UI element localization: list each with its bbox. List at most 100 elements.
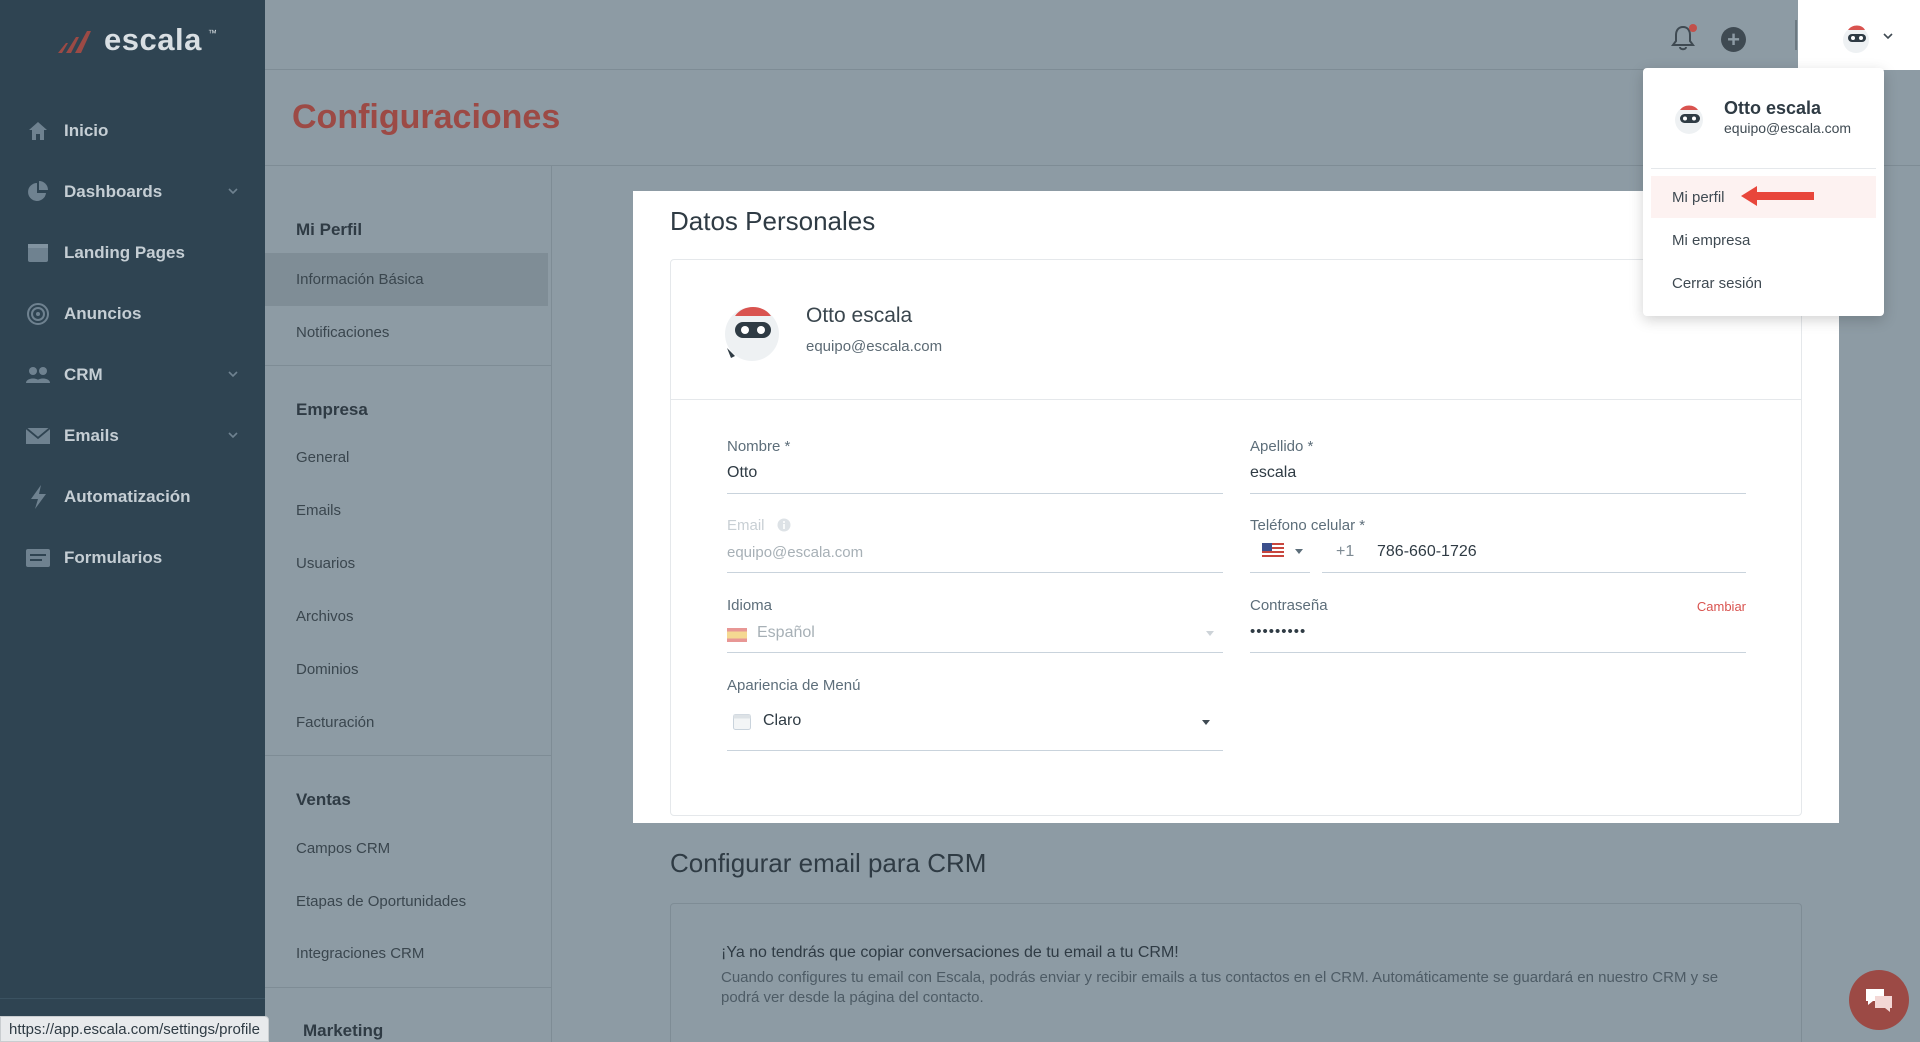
- menu-item-campos-crm[interactable]: Campos CRM: [265, 822, 548, 875]
- email-input: equipo@escala.com: [727, 544, 864, 561]
- field-underline: [727, 572, 1223, 573]
- sidebar-item-formularios[interactable]: Formularios: [0, 527, 265, 588]
- sidebar-item-label: Automatización: [64, 486, 191, 506]
- es-flag-icon: [727, 628, 747, 642]
- plus-circle-icon[interactable]: +: [1721, 27, 1746, 52]
- field-underline: [1250, 493, 1746, 494]
- menu-item-integraciones-crm[interactable]: Integraciones CRM: [265, 927, 548, 980]
- sidebar-item-label: Formularios: [64, 547, 163, 567]
- field-underline: [727, 493, 1223, 494]
- dropdown-user-email: equipo@escala.com: [1724, 120, 1852, 136]
- country-select[interactable]: [1250, 540, 1310, 573]
- sidebar-item-inicio[interactable]: Inicio: [0, 100, 265, 161]
- telefono-field[interactable]: Teléfono celular * +1 786-660-1726: [1250, 517, 1746, 575]
- chat-button[interactable]: [1849, 970, 1909, 1030]
- info-icon[interactable]: [777, 518, 791, 532]
- sidebar-item-label: Emails: [64, 425, 119, 445]
- email-field: Email equipo@escala.com: [727, 517, 1223, 575]
- chevron-down-icon[interactable]: [225, 366, 241, 382]
- menu-item-etapas-oportunidades[interactable]: Etapas de Oportunidades: [265, 875, 548, 928]
- field-underline: [1250, 572, 1310, 573]
- menu-item-archivos[interactable]: Archivos: [265, 590, 548, 643]
- nombre-input[interactable]: Otto: [727, 464, 757, 482]
- lightning-icon: [24, 483, 52, 511]
- apellido-field[interactable]: Apellido * escala: [1250, 438, 1746, 496]
- pointer-arrow-icon: [1741, 186, 1814, 206]
- profile-name: Otto escala: [806, 304, 913, 327]
- pie-chart-icon: [24, 178, 52, 206]
- dropdown-divider: [1651, 168, 1876, 169]
- sidebar-item-crm[interactable]: CRM: [0, 344, 265, 405]
- sidebar-nav: Inicio Dashboards Landing Pages Anuncios: [0, 100, 265, 588]
- chat-icon: [1866, 989, 1892, 1012]
- menu-item-mi-empresa[interactable]: Mi empresa: [1651, 219, 1876, 261]
- theme-icon: [733, 714, 751, 730]
- us-flag-icon: [1262, 543, 1284, 559]
- profile-header: Otto escala equipo@escala.com: [671, 260, 1801, 400]
- phone-input[interactable]: 786-660-1726: [1377, 543, 1477, 561]
- chevron-down-icon[interactable]: [225, 427, 241, 443]
- sidebar-item-landing-pages[interactable]: Landing Pages: [0, 222, 265, 283]
- sidebar-item-label: Inicio: [64, 120, 109, 140]
- envelope-icon: [24, 422, 52, 450]
- apellido-label: Apellido *: [1250, 438, 1314, 455]
- avatar-icon: [1843, 25, 1869, 53]
- menu-heading-marketing: Marketing: [303, 1021, 384, 1040]
- landing-page-icon: [24, 239, 52, 267]
- sidebar-item-label: Dashboards: [64, 181, 163, 201]
- menu-item-emails[interactable]: Emails: [265, 484, 548, 537]
- idioma-field: Idioma Español: [727, 597, 1223, 655]
- sidebar-item-label: Landing Pages: [64, 242, 185, 262]
- page-title: Configuraciones: [292, 98, 561, 136]
- menu-heading-mi-perfil: Mi Perfil: [296, 220, 363, 239]
- nombre-field[interactable]: Nombre * Otto: [727, 438, 1223, 496]
- user-menu-button[interactable]: [1798, 0, 1920, 70]
- sidebar-item-dashboards[interactable]: Dashboards: [0, 161, 265, 222]
- menu-item-dominios[interactable]: Dominios: [265, 643, 548, 696]
- menu-item-cerrar-sesion[interactable]: Cerrar sesión: [1651, 262, 1876, 304]
- avatar[interactable]: [719, 298, 785, 364]
- sidebar-item-label: Anuncios: [64, 303, 142, 323]
- crm-email-card: ¡Ya no tendrás que copiar conversaciones…: [670, 903, 1802, 1042]
- sidebar-item-automatizacion[interactable]: Automatización: [0, 466, 265, 527]
- contrasena-field: Contraseña Cambiar •••••••••: [1250, 597, 1746, 655]
- status-bar-url: https://app.escala.com/settings/profile: [0, 1016, 269, 1042]
- menu-item-usuarios[interactable]: Usuarios: [265, 537, 548, 590]
- caret-down-icon: [1295, 549, 1303, 554]
- apellido-input[interactable]: escala: [1250, 464, 1296, 482]
- menu-divider: [265, 755, 552, 756]
- profile-email: equipo@escala.com: [806, 338, 943, 355]
- menu-item-facturacion[interactable]: Facturación: [265, 696, 548, 749]
- apariencia-select[interactable]: Claro: [763, 712, 801, 730]
- logo[interactable]: escala ™: [54, 22, 217, 58]
- caret-down-icon[interactable]: [1201, 719, 1211, 727]
- field-underline: [1250, 652, 1746, 653]
- field-underline: [727, 652, 1223, 653]
- logo-bars-icon: [58, 31, 91, 53]
- idioma-label: Idioma: [727, 597, 773, 614]
- field-underline: [727, 750, 1223, 751]
- people-icon: [24, 361, 52, 389]
- menu-item-informacion-basica[interactable]: Información Básica: [265, 253, 548, 306]
- apariencia-label: Apariencia de Menú: [727, 677, 861, 694]
- contrasena-label: Contraseña: [1250, 597, 1328, 614]
- sidebar-item-emails[interactable]: Emails: [0, 405, 265, 466]
- section-title-crm-email: Configurar email para CRM: [670, 848, 987, 878]
- apariencia-field[interactable]: Apariencia de Menú Claro: [727, 677, 1223, 753]
- menu-divider: [265, 365, 552, 366]
- menu-item-general[interactable]: General: [265, 431, 548, 484]
- password-input: •••••••••: [1250, 623, 1307, 640]
- chevron-down-icon[interactable]: [225, 183, 241, 199]
- dropdown-user-name: Otto escala: [1724, 98, 1822, 118]
- sidebar-item-label: CRM: [64, 364, 103, 384]
- menu-divider: [265, 987, 552, 988]
- menu-heading-empresa: Empresa: [296, 400, 368, 419]
- target-icon: [24, 300, 52, 328]
- settings-menu: Mi Perfil Información Básica Notificacio…: [265, 166, 552, 1042]
- menu-heading-ventas: Ventas: [296, 790, 351, 809]
- cambiar-password-link[interactable]: Cambiar: [1697, 599, 1746, 614]
- chevron-down-icon: [1883, 33, 1893, 40]
- sidebar-item-anuncios[interactable]: Anuncios: [0, 283, 265, 344]
- form-icon: [24, 544, 52, 572]
- menu-item-notificaciones[interactable]: Notificaciones: [265, 306, 548, 359]
